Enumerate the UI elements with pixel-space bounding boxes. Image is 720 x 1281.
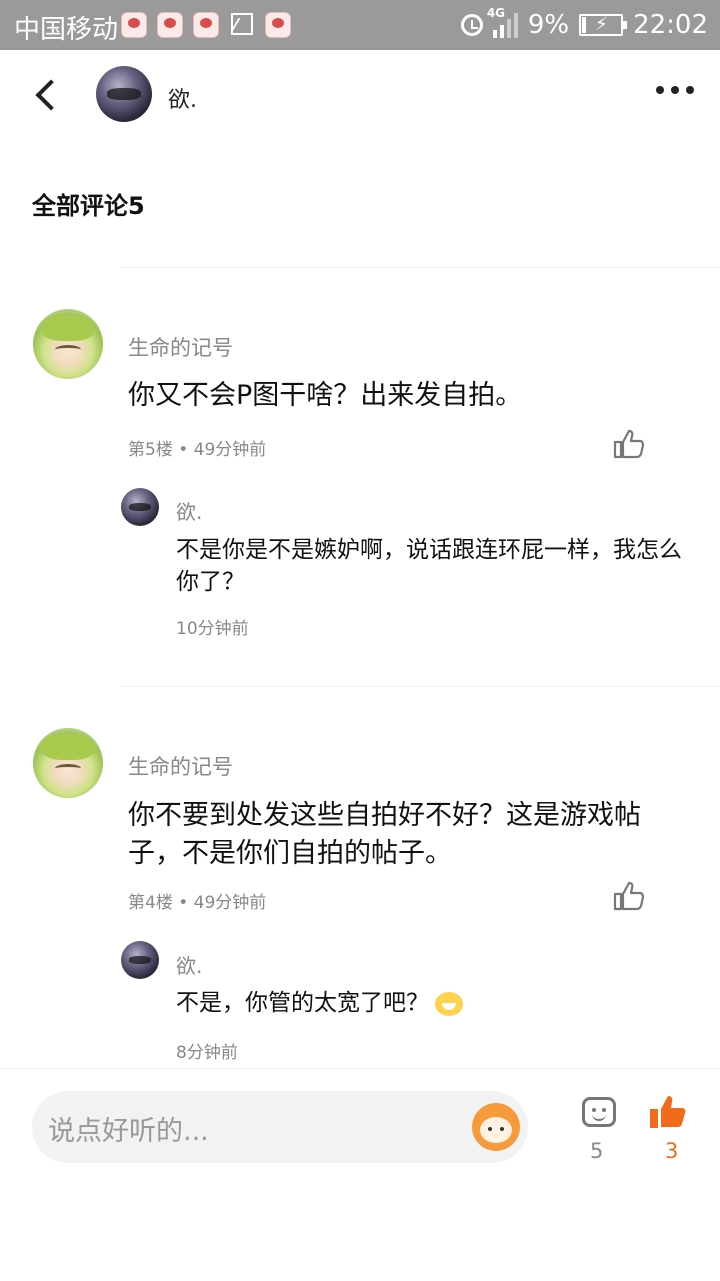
bottom-bar: 说点好听的... 5 3 (0, 1068, 720, 1281)
comment-meta: 第4楼 • 49分钟前 (128, 893, 267, 913)
comment-meta: 第5楼 • 49分钟前 (128, 440, 267, 460)
comment-text: 你不要到处发这些自拍好不好？这是游戏帖子，不是你们自拍的帖子。 (128, 800, 641, 869)
comment-author[interactable]: 生命的记号 (128, 751, 233, 781)
reply-time: 8分钟前 (176, 1043, 238, 1063)
section-title: 全部评论5 (32, 192, 145, 220)
app-notification-icon (265, 12, 291, 38)
like-count: 3 (665, 1139, 679, 1163)
more-icon[interactable] (656, 86, 694, 94)
reply-text-row: 不是，你管的太宽了吧？ (176, 987, 696, 1019)
alarm-icon (460, 14, 483, 36)
comment-count: 5 (590, 1139, 604, 1163)
app-notification-icon (121, 12, 147, 38)
comment-author[interactable]: 生命的记号 (128, 332, 233, 362)
avatar[interactable] (96, 66, 152, 122)
back-icon[interactable] (30, 76, 64, 116)
like-icon[interactable] (612, 880, 646, 912)
carrier-label: 中国移动 (14, 15, 119, 45)
app-notification-icon (157, 12, 183, 38)
like-icon[interactable] (648, 1093, 688, 1131)
network-label: 4G (486, 6, 506, 20)
comment-input-placeholder: 说点好听的... (48, 1116, 209, 1147)
comment-input[interactable]: 说点好听的... (32, 1091, 528, 1163)
app-notification-icon (193, 12, 219, 38)
reply-author[interactable]: 欲. (176, 950, 202, 979)
reply-text: 不是，你管的太宽了吧？ (176, 990, 429, 1016)
avatar[interactable] (121, 941, 159, 979)
like-icon[interactable] (612, 428, 646, 460)
mascot-icon[interactable] (472, 1103, 520, 1151)
divider (120, 686, 720, 687)
reply-time: 10分钟前 (176, 619, 249, 639)
avatar[interactable] (121, 488, 159, 526)
battery-percent: 9% (527, 10, 570, 40)
comment-text: 你又不会P图干啥？出来发自拍。 (128, 380, 523, 411)
status-bar: 中国移动 4G 9% ⚡ 22:02 (0, 0, 720, 50)
avatar[interactable] (33, 309, 103, 379)
clock: 22:02 (633, 10, 708, 40)
signal-icon: 4G (487, 6, 518, 38)
battery-fill (582, 17, 586, 33)
divider (120, 267, 720, 268)
reply-author[interactable]: 欲. (176, 496, 202, 525)
laugh-emoji-icon (435, 991, 463, 1016)
reply-text: 不是你是不是嫉妒啊，说话跟连环屁一样，我怎么你了？ (176, 537, 682, 595)
image-notification-icon (231, 13, 253, 35)
battery-icon: ⚡ (579, 14, 628, 36)
avatar[interactable] (33, 728, 103, 798)
header-username[interactable]: 欲. (168, 82, 197, 114)
comment-icon[interactable] (582, 1097, 616, 1127)
header: 欲. (0, 50, 720, 142)
